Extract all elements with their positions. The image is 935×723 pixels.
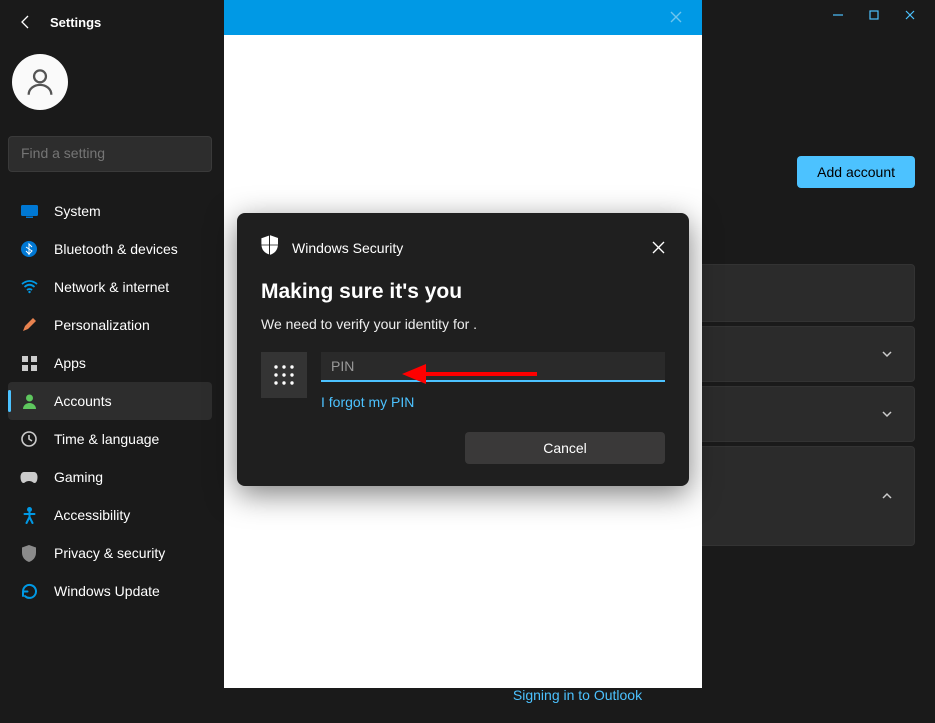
modal-close-button[interactable] (670, 10, 682, 26)
shield-icon (261, 235, 278, 260)
nav-label: Network & internet (54, 279, 169, 295)
system-icon (20, 202, 38, 220)
sidebar-item-bluetooth[interactable]: Bluetooth & devices (8, 230, 212, 268)
shield-icon (20, 544, 38, 562)
nav-label: Accounts (54, 393, 112, 409)
window-controls (813, 0, 935, 30)
nav-label: Personalization (54, 317, 150, 333)
sidebar-item-system[interactable]: System (8, 192, 212, 230)
search-box[interactable] (8, 136, 212, 172)
back-button[interactable] (18, 14, 34, 30)
windows-security-dialog: Windows Security Making sure it's you We… (237, 213, 689, 486)
clock-icon (20, 430, 38, 448)
sidebar-item-update[interactable]: Windows Update (8, 572, 212, 610)
nav-label: Bluetooth & devices (54, 241, 178, 257)
maximize-button[interactable] (867, 8, 881, 22)
user-avatar[interactable] (12, 54, 68, 110)
pin-row: I forgot my PIN (261, 352, 665, 410)
gamepad-icon (20, 468, 38, 486)
sidebar-item-gaming[interactable]: Gaming (8, 458, 212, 496)
cancel-button[interactable]: Cancel (465, 432, 665, 464)
sidebar-item-network[interactable]: Network & internet (8, 268, 212, 306)
nav-label: Privacy & security (54, 545, 165, 561)
chevron-down-icon[interactable] (880, 347, 894, 361)
nav-label: Apps (54, 355, 86, 371)
nav-label: Gaming (54, 469, 103, 485)
search-input[interactable] (21, 145, 199, 161)
sidebar: System Bluetooth & devices Network & int… (0, 50, 220, 610)
forgot-pin-link[interactable]: I forgot my PIN (321, 394, 665, 410)
sidebar-item-time[interactable]: Time & language (8, 420, 212, 458)
add-account-button[interactable]: Add account (797, 156, 915, 188)
nav-label: System (54, 203, 101, 219)
bluetooth-icon (20, 240, 38, 258)
nav-label: Windows Update (54, 583, 160, 599)
minimize-button[interactable] (831, 8, 845, 22)
nav-list: System Bluetooth & devices Network & int… (8, 192, 212, 610)
person-icon (23, 65, 57, 99)
sidebar-item-apps[interactable]: Apps (8, 344, 212, 382)
sidebar-item-accounts[interactable]: Accounts (8, 382, 212, 420)
sidebar-item-personalization[interactable]: Personalization (8, 306, 212, 344)
dialog-title: Windows Security (292, 240, 403, 256)
accessibility-icon (20, 506, 38, 524)
dialog-footer: Cancel (261, 432, 665, 464)
person-icon (20, 392, 38, 410)
dialog-header: Windows Security (261, 235, 665, 260)
pin-input[interactable] (321, 352, 665, 382)
dialog-heading: Making sure it's you (261, 280, 665, 304)
wifi-icon (20, 278, 38, 296)
nav-label: Time & language (54, 431, 159, 447)
brush-icon (20, 316, 38, 334)
chevron-up-icon[interactable] (880, 489, 894, 503)
chevron-down-icon[interactable] (880, 407, 894, 421)
app-title: Settings (50, 15, 101, 30)
sidebar-item-accessibility[interactable]: Accessibility (8, 496, 212, 534)
apps-icon (20, 354, 38, 372)
close-button[interactable] (903, 8, 917, 22)
keypad-icon (261, 352, 307, 398)
update-icon (20, 582, 38, 600)
outlook-signin-link[interactable]: Signing in to Outlook (513, 687, 642, 703)
nav-label: Accessibility (54, 507, 130, 523)
modal-titlebar (224, 0, 702, 35)
dialog-close-button[interactable] (652, 241, 665, 254)
sidebar-item-privacy[interactable]: Privacy & security (8, 534, 212, 572)
dialog-subtext: We need to verify your identity for . (261, 316, 665, 332)
